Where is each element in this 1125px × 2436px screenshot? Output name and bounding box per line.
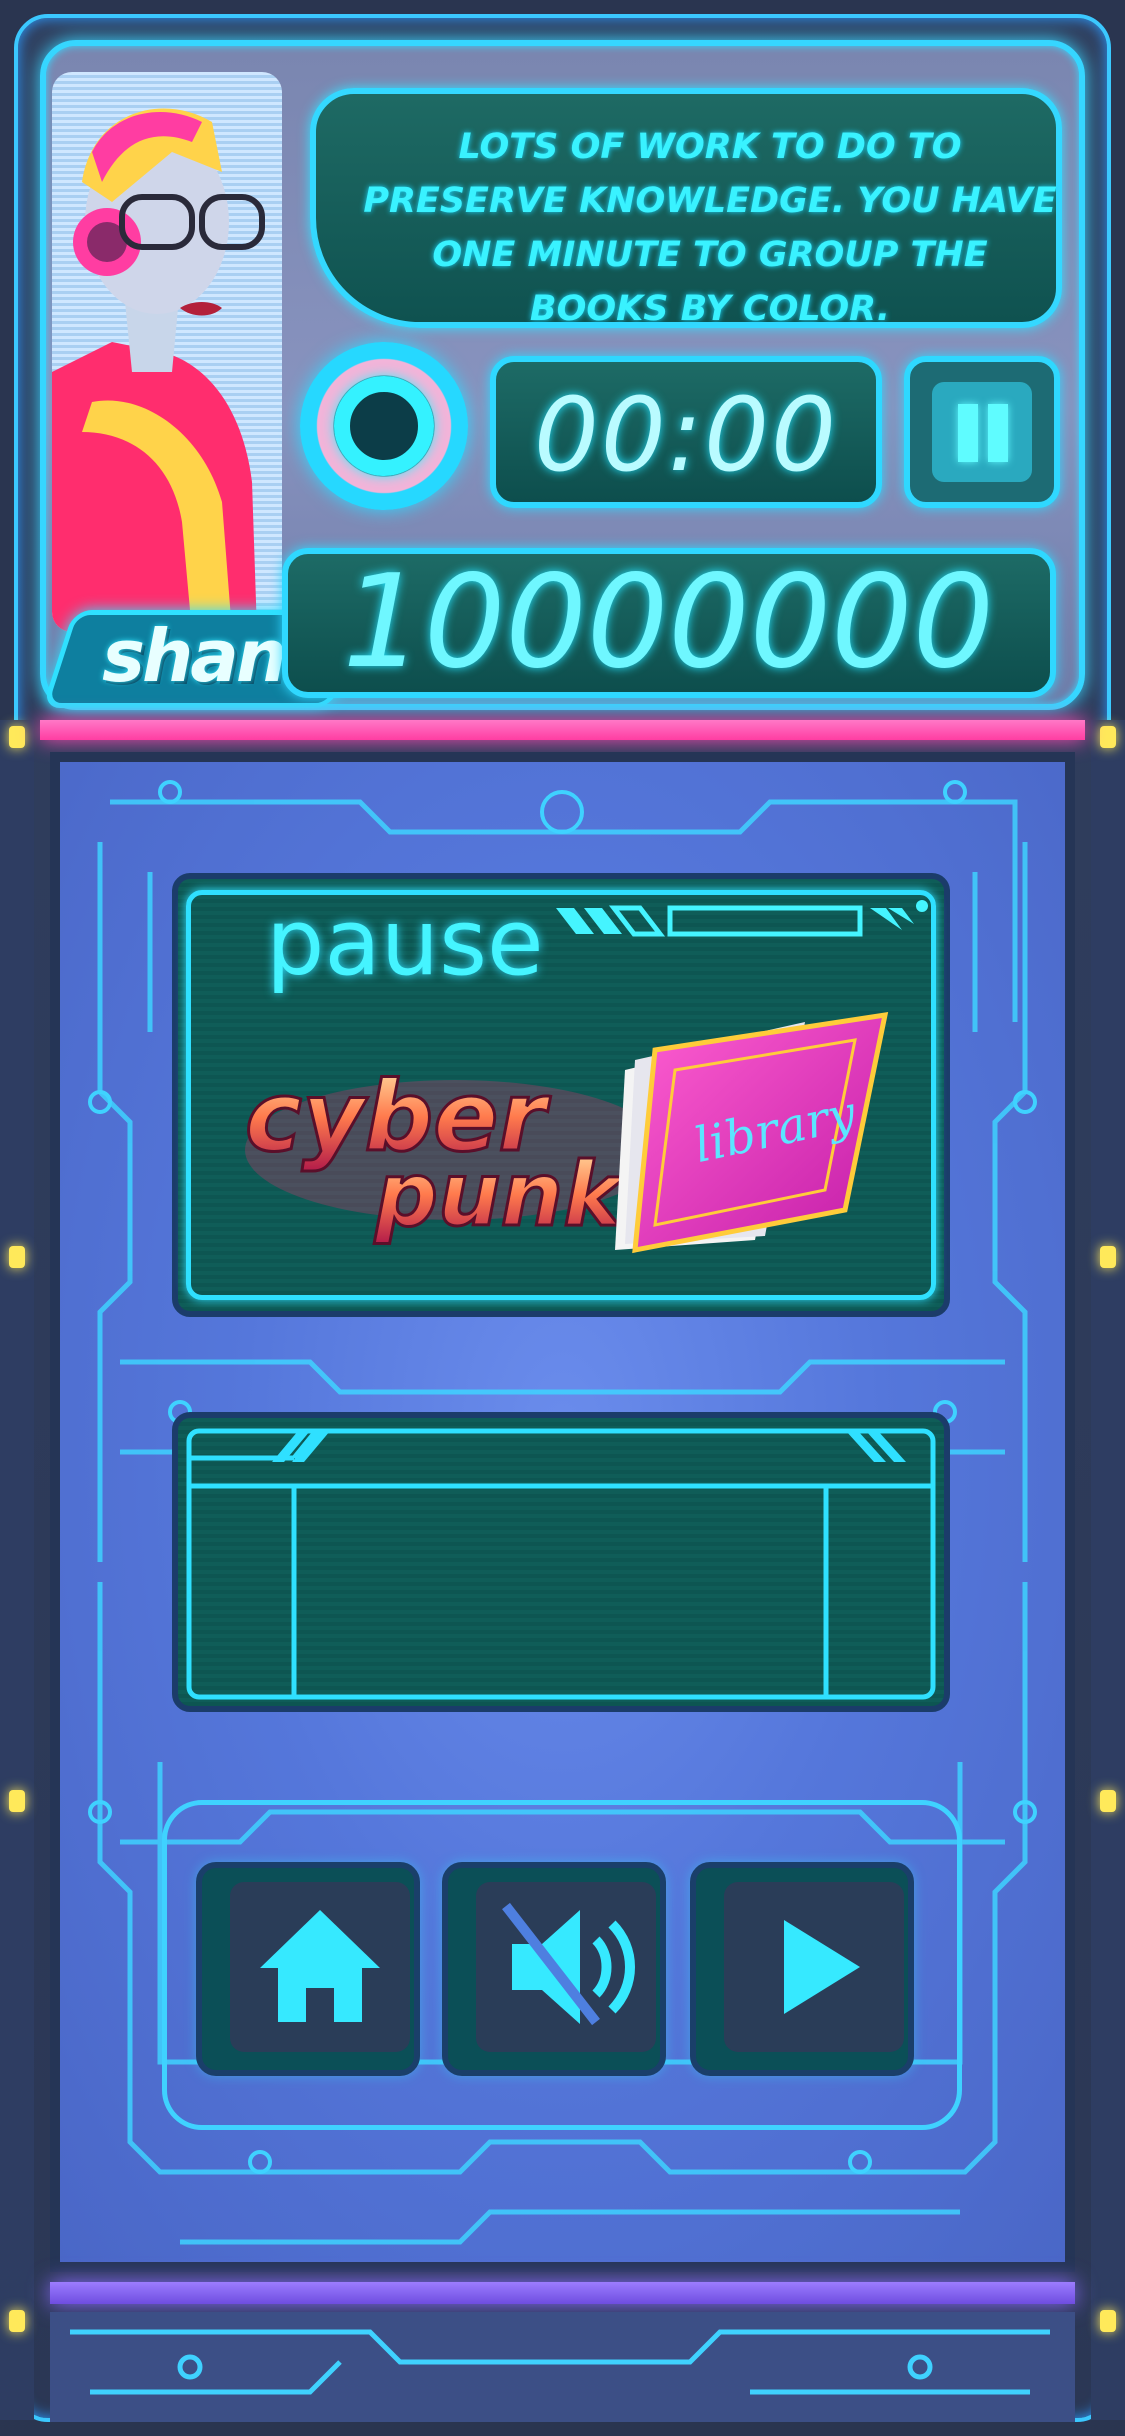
pause-button[interactable]: [904, 356, 1060, 508]
rail-light: [9, 1246, 25, 1268]
pause-icon-bar: [958, 404, 978, 462]
logo-word-punk: punk: [374, 1143, 626, 1246]
sound-button-face: [476, 1882, 656, 2052]
rail-light: [1100, 2310, 1116, 2332]
right-rail: [1091, 720, 1125, 2420]
play-button-face: [724, 1882, 904, 2052]
neon-divider-bottom: [50, 2282, 1075, 2304]
character-illustration: [52, 108, 265, 632]
rail-light: [1100, 726, 1116, 748]
home-icon: [260, 1910, 380, 2022]
rail-light: [9, 726, 25, 748]
pause-icon-bar: [988, 404, 1008, 462]
rail-light: [1100, 1790, 1116, 1812]
home-button[interactable]: [196, 1862, 420, 2076]
score-value: 10000000: [342, 548, 995, 697]
neon-divider: [40, 720, 1085, 740]
pause-title: pause: [266, 889, 544, 996]
sound-muted-icon: [502, 1902, 635, 2026]
timer-ring-icon: [300, 342, 468, 510]
pause-icon: [932, 382, 1032, 482]
left-rail: [0, 720, 34, 2420]
book-icon: library: [615, 1011, 889, 1254]
dialog-text: LOTS OF WORK TO DO TO PRESERVE KNOWLEDGE…: [363, 127, 1057, 329]
rail-light: [1100, 1246, 1116, 1268]
sound-toggle-button[interactable]: [442, 1862, 666, 2076]
cyberpunk-library-logo: cyber punk library: [244, 1011, 889, 1254]
rail-light: [9, 2310, 25, 2332]
bottom-circuit-pattern: [70, 2329, 1050, 2395]
rail-light: [9, 1790, 25, 1812]
character-portrait: [52, 72, 282, 632]
play-button[interactable]: [690, 1862, 914, 2076]
card-header-deco: [556, 900, 928, 937]
play-icon: [784, 1920, 860, 2014]
empty-card-frame: [186, 1428, 936, 1700]
bottom-deco-strip: [50, 2312, 1075, 2422]
home-button-face: [230, 1882, 410, 2052]
timer-value: 00:00: [534, 376, 838, 495]
